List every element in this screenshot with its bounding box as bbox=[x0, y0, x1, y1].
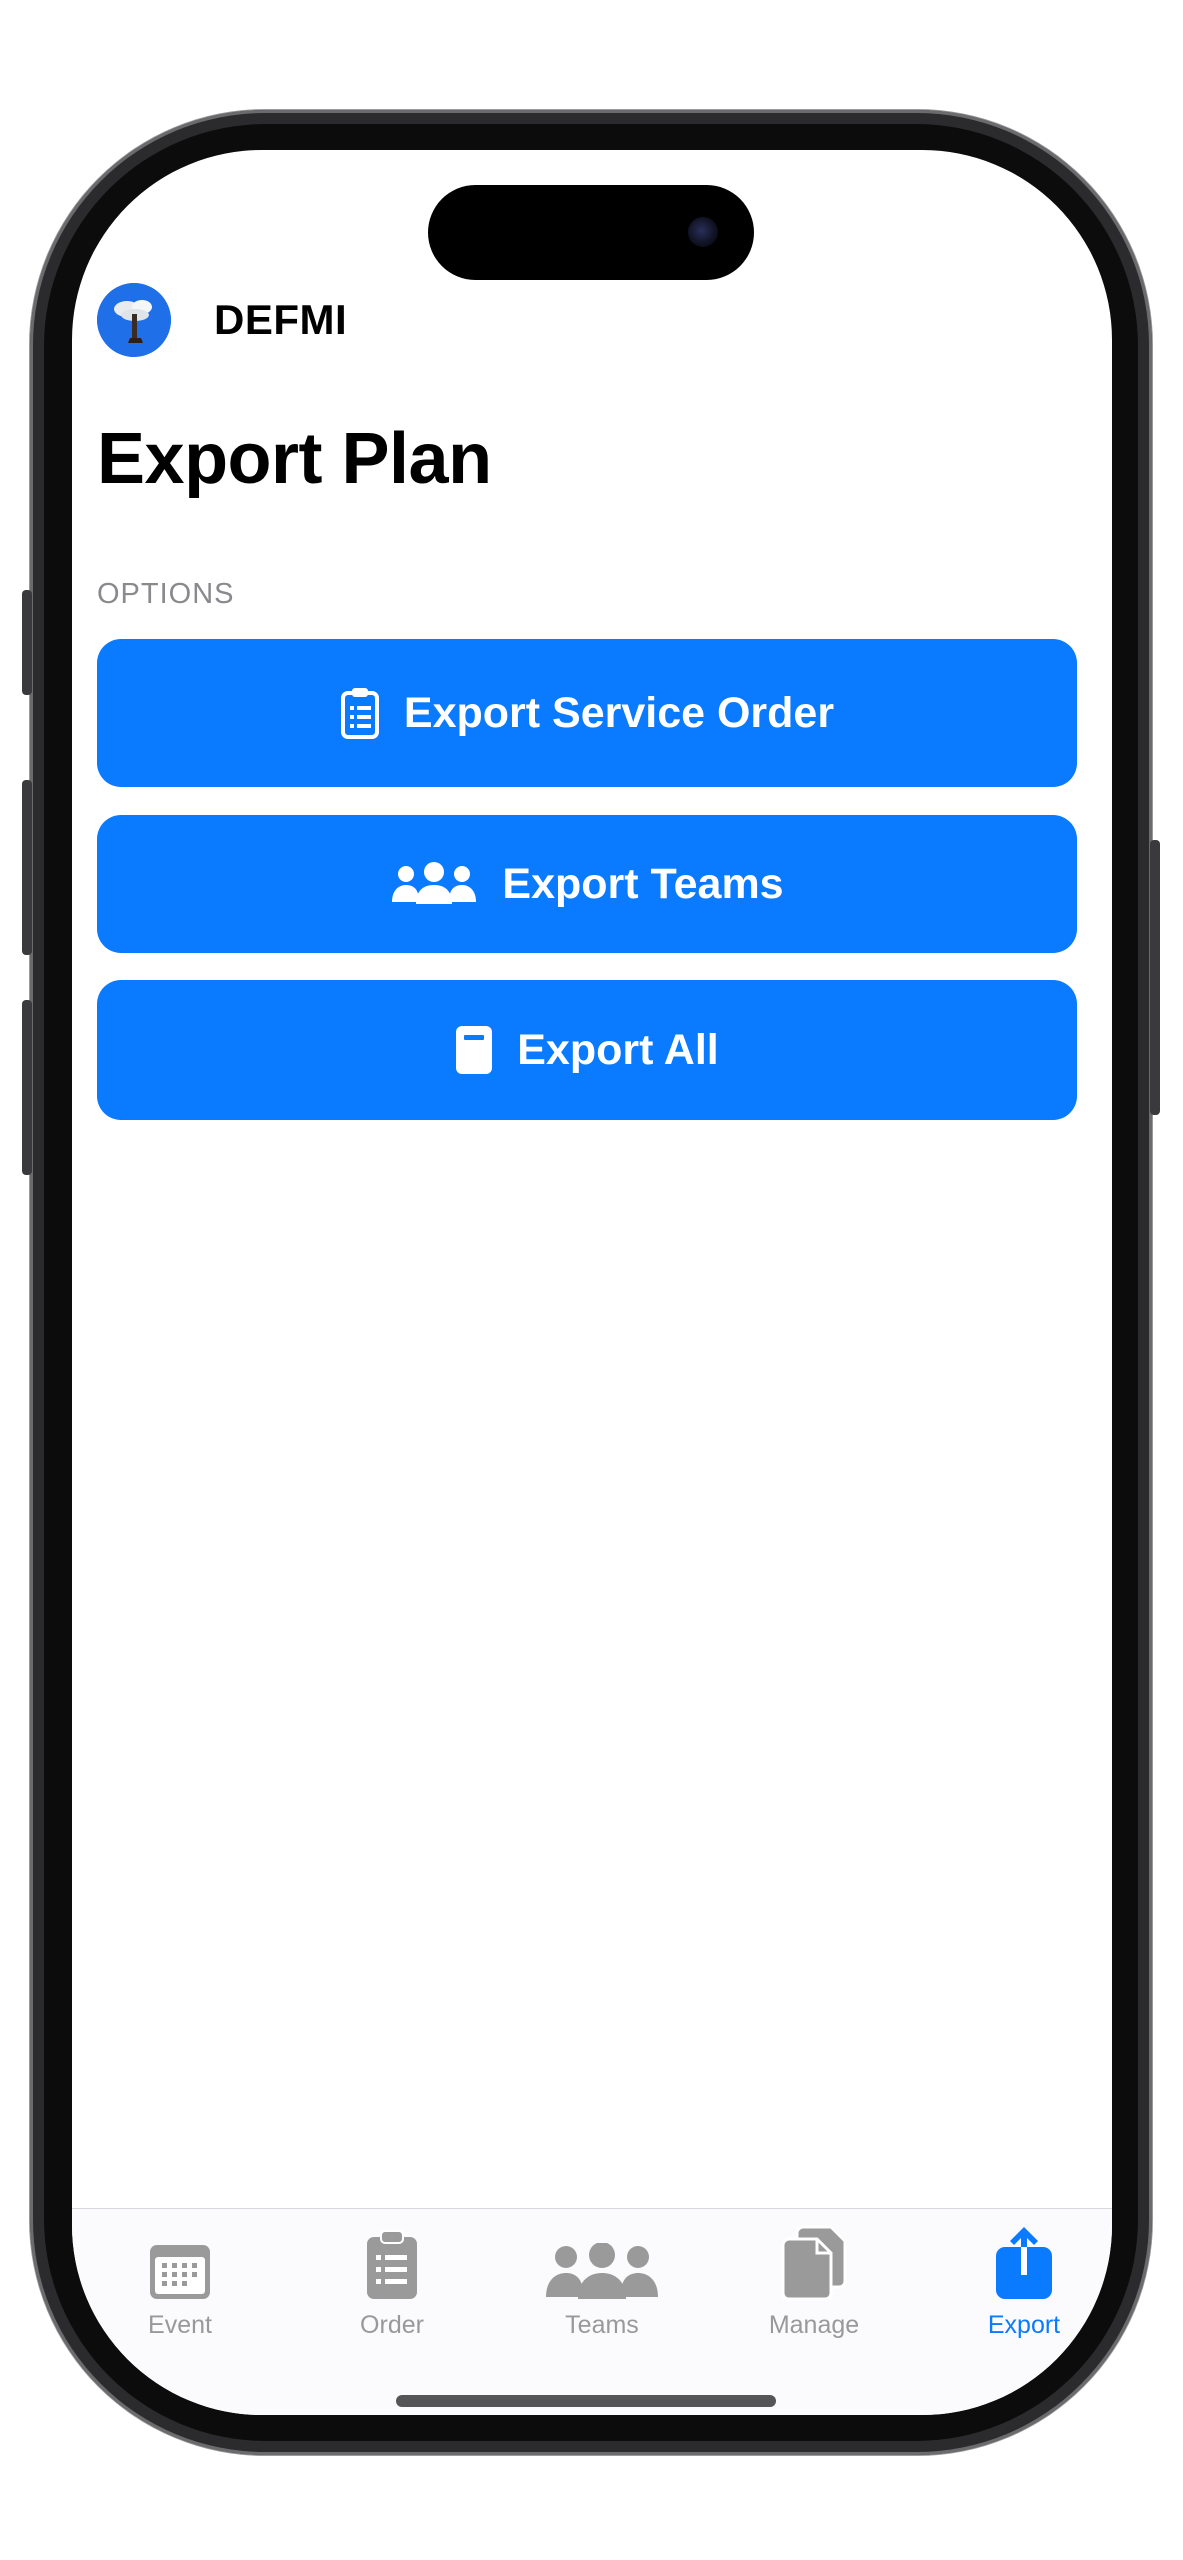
tab-label-event: Event bbox=[148, 2311, 212, 2339]
calendar-icon bbox=[148, 2219, 212, 2301]
export-teams-label: Export Teams bbox=[502, 859, 784, 908]
app-name: DEFMI bbox=[214, 296, 348, 343]
tab-label-teams: Teams bbox=[565, 2311, 639, 2339]
export-all-label: Export All bbox=[517, 1025, 719, 1074]
power-button bbox=[1150, 840, 1160, 1115]
export-service-order-button[interactable]: Export Service Order bbox=[97, 639, 1077, 787]
app-header: DEFMI bbox=[97, 283, 347, 357]
people-icon bbox=[544, 2219, 660, 2301]
export-teams-button[interactable]: Export Teams bbox=[97, 815, 1077, 953]
clipboard-list-icon bbox=[340, 687, 380, 739]
tab-bar: Event Order Teams Manage Export bbox=[72, 2208, 1112, 2415]
action-button bbox=[22, 590, 32, 695]
tab-label-manage: Manage bbox=[768, 2311, 860, 2339]
tab-label-order: Order bbox=[360, 2311, 424, 2339]
documents-icon bbox=[781, 2219, 847, 2301]
tab-export[interactable]: Export bbox=[934, 2219, 1112, 2340]
tab-label-export: Export bbox=[987, 2311, 1061, 2339]
home-indicator[interactable] bbox=[396, 2395, 776, 2407]
tab-order[interactable]: Order bbox=[302, 2219, 482, 2340]
camera-icon bbox=[688, 217, 718, 247]
volume-down-button bbox=[22, 1000, 32, 1175]
export-service-order-label: Export Service Order bbox=[403, 688, 835, 737]
tab-event[interactable]: Event bbox=[90, 2219, 270, 2340]
screen: DEFMI Export Plan OPTIONS Export Service… bbox=[72, 150, 1112, 2415]
document-icon bbox=[455, 1025, 493, 1075]
tab-manage[interactable]: Manage bbox=[724, 2219, 904, 2340]
tree-logo-icon[interactable] bbox=[97, 283, 171, 357]
tab-teams[interactable]: Teams bbox=[512, 2219, 692, 2340]
section-label-options: OPTIONS bbox=[97, 578, 235, 610]
export-all-button[interactable]: Export All bbox=[97, 980, 1077, 1120]
share-icon bbox=[994, 2219, 1054, 2301]
page-title: Export Plan bbox=[97, 419, 492, 499]
dynamic-island bbox=[428, 185, 754, 280]
clipboard-icon bbox=[365, 2219, 419, 2301]
volume-up-button bbox=[22, 780, 32, 955]
people-group-icon bbox=[390, 862, 478, 906]
